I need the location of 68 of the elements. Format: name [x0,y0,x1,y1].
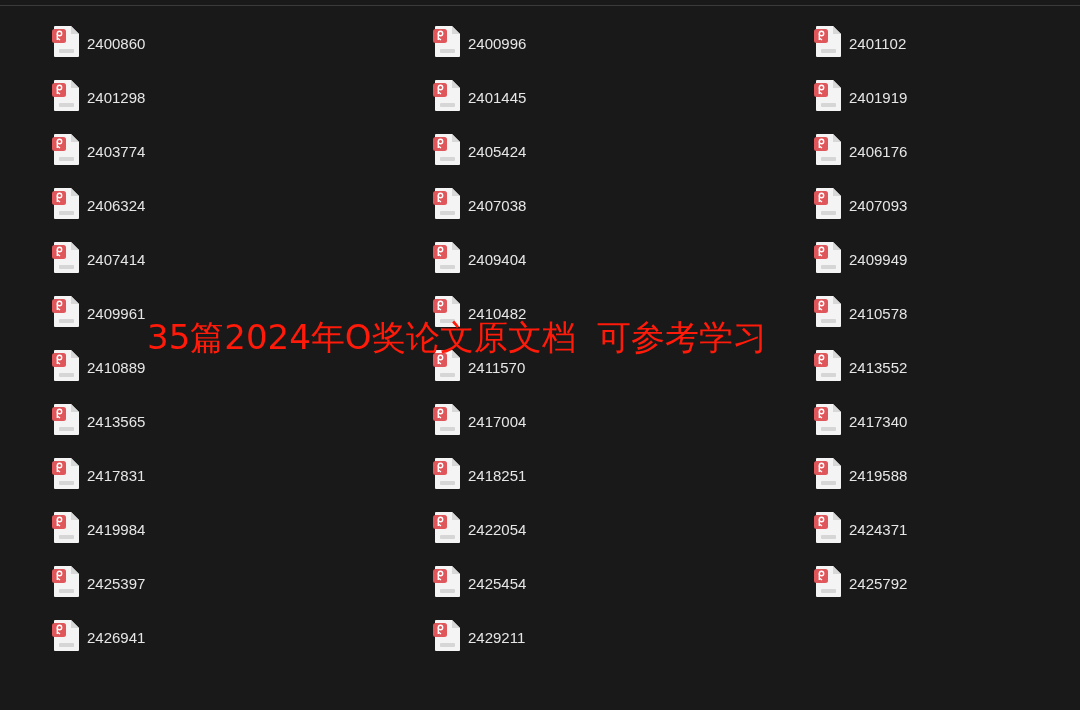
overlay-caption: 35篇2024年O奖论文原文档 可参考学习 [147,318,768,356]
pdf-file-icon [52,619,80,652]
file-name[interactable]: 2419984 [87,519,146,542]
file-name[interactable]: 2401102 [849,33,907,56]
pdf-file-icon [52,187,80,220]
pdf-file-icon [433,619,461,652]
file-name[interactable]: 2410889 [87,357,146,380]
file-name[interactable]: 2409404 [468,249,527,272]
pdf-file-icon [814,295,842,328]
pdf-file-icon [814,511,842,544]
file-name[interactable]: 2417831 [87,465,146,488]
file-name[interactable]: 2425454 [468,573,527,596]
file-name[interactable]: 2409949 [849,249,908,272]
file-name[interactable]: 2407038 [468,195,527,218]
file-name[interactable]: 2424371 [849,519,908,542]
pdf-file-icon [52,79,80,112]
file-name[interactable]: 2417340 [849,411,908,434]
file-name[interactable]: 2411570 [468,357,526,380]
file-name[interactable]: 2425397 [87,573,146,596]
file-name[interactable]: 2400860 [87,33,146,56]
pdf-file-icon [433,565,461,598]
file-name[interactable]: 2406176 [849,141,908,164]
file-name[interactable]: 2401919 [849,87,908,110]
file-name[interactable]: 2417004 [468,411,527,434]
pdf-file-icon [814,79,842,112]
file-name[interactable]: 2419588 [849,465,908,488]
pdf-file-icon [52,565,80,598]
pdf-file-icon [52,295,80,328]
pdf-file-icon [433,79,461,112]
file-name[interactable]: 2401298 [87,87,146,110]
pdf-file-icon [814,457,842,490]
pdf-file-icon [433,241,461,274]
file-name[interactable]: 2405424 [468,141,527,164]
file-name[interactable]: 2407414 [87,249,146,272]
pdf-file-icon [433,511,461,544]
pdf-file-icon [433,457,461,490]
file-name[interactable]: 2409961 [87,303,146,326]
file-name[interactable]: 2407093 [849,195,908,218]
file-name[interactable]: 2422054 [468,519,527,542]
file-name[interactable]: 2401445 [468,87,527,110]
file-name[interactable]: 2403774 [87,141,146,164]
pdf-file-icon [52,349,80,382]
pdf-file-icon [814,241,842,274]
file-name[interactable]: 2413565 [87,411,146,434]
pdf-file-icon [814,133,842,166]
pdf-file-icon [433,187,461,220]
pdf-file-icon [814,25,842,58]
pdf-file-icon [52,403,80,436]
file-name[interactable]: 2429211 [468,627,526,650]
file-name[interactable]: 2410578 [849,303,908,326]
pdf-file-icon [814,349,842,382]
pdf-file-icon [52,25,80,58]
pdf-file-icon [814,565,842,598]
file-name[interactable]: 2418251 [468,465,527,488]
pdf-file-icon [433,25,461,58]
pdf-file-icon [433,403,461,436]
file-name[interactable]: 2425792 [849,573,908,596]
pdf-file-icon [433,133,461,166]
pdf-file-icon [52,133,80,166]
pdf-file-icon [814,403,842,436]
file-name[interactable]: 2426941 [87,627,146,650]
file-name[interactable]: 2406324 [87,195,146,218]
pdf-file-icon [814,187,842,220]
file-name[interactable]: 2400996 [468,33,527,56]
pdf-file-icon [52,511,80,544]
pdf-file-icon [52,241,80,274]
file-name[interactable]: 2413552 [849,357,908,380]
pdf-file-icon [52,457,80,490]
